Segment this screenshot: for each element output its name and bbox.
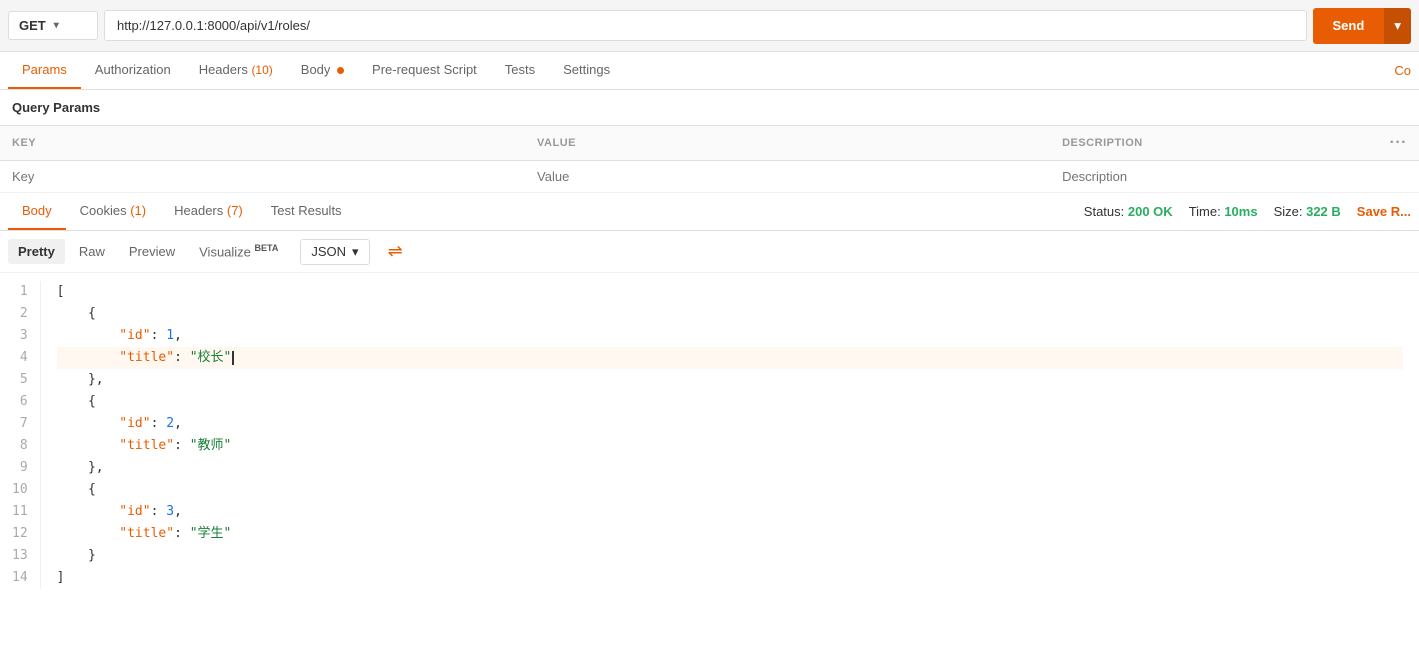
format-bar: Pretty Raw Preview Visualize BETA JSON ▾…	[0, 231, 1419, 273]
line-num-4: 4	[12, 347, 28, 369]
code-line-8: "title": "教师"	[57, 435, 1403, 457]
code-line-5: },	[57, 369, 1403, 391]
wrap-icon: ⇌	[388, 241, 403, 261]
send-arrow-icon: ▾	[1394, 18, 1401, 34]
send-dropdown-button[interactable]: ▾	[1384, 8, 1411, 44]
col-header-value: VALUE	[525, 126, 1050, 161]
send-button-group: Send ▾	[1313, 8, 1412, 44]
json-format-label: JSON	[311, 244, 346, 259]
method-chevron-icon: ▾	[54, 20, 59, 31]
param-row-actions	[1376, 161, 1419, 193]
response-tab-cookies[interactable]: Cookies (1)	[66, 193, 160, 230]
line-num-11: 11	[12, 501, 28, 523]
param-value-input[interactable]	[537, 169, 1038, 184]
response-tab-test-results[interactable]: Test Results	[257, 193, 356, 230]
request-tabs: Params Authorization Headers (10) Body P…	[0, 52, 1419, 90]
code-content: [ { "id": 1, "title": "校长" }, { "id": 2,…	[41, 281, 1419, 589]
response-tab-headers[interactable]: Headers (7)	[160, 193, 257, 230]
code-line-11: "id": 3,	[57, 501, 1403, 523]
line-num-2: 2	[12, 303, 28, 325]
query-params-section: Query Params KEY VALUE DESCRIPTION ···	[0, 90, 1419, 193]
wrap-button[interactable]: ⇌	[380, 237, 411, 266]
code-line-12: "title": "学生"	[57, 523, 1403, 545]
line-num-8: 8	[12, 435, 28, 457]
tab-body[interactable]: Body	[287, 52, 358, 89]
beta-badge: BETA	[255, 243, 279, 253]
param-key-input-cell	[0, 161, 525, 193]
time-label: Time: 10ms	[1189, 204, 1258, 219]
size-label: Size: 322 B	[1274, 204, 1341, 219]
code-line-1: [	[57, 281, 1403, 303]
save-response-button[interactable]: Save R...	[1357, 204, 1411, 219]
json-format-select[interactable]: JSON ▾	[300, 239, 369, 265]
line-num-9: 9	[12, 457, 28, 479]
send-button[interactable]: Send	[1313, 8, 1385, 44]
code-line-2: {	[57, 303, 1403, 325]
tab-right-label: Co	[1394, 53, 1411, 88]
tab-tests[interactable]: Tests	[491, 52, 549, 89]
param-desc-input-cell	[1050, 161, 1376, 193]
line-num-13: 13	[12, 545, 28, 567]
response-tab-body[interactable]: Body	[8, 193, 66, 230]
col-header-desc: DESCRIPTION	[1050, 126, 1376, 161]
line-num-3: 3	[12, 325, 28, 347]
format-tab-raw[interactable]: Raw	[69, 239, 115, 264]
col-header-key: KEY	[0, 126, 525, 161]
time-value: 10ms	[1224, 204, 1257, 219]
method-label: GET	[19, 18, 46, 33]
format-tab-pretty[interactable]: Pretty	[8, 239, 65, 264]
code-line-14: ]	[57, 567, 1403, 589]
format-tab-visualize[interactable]: Visualize BETA	[189, 238, 288, 264]
top-bar: GET ▾ Send ▾	[0, 0, 1419, 52]
param-row-empty	[0, 161, 1419, 193]
size-value: 322 B	[1306, 204, 1341, 219]
response-tabs-bar: Body Cookies (1) Headers (7) Test Result…	[0, 193, 1419, 231]
params-table: KEY VALUE DESCRIPTION ···	[0, 125, 1419, 193]
param-desc-input[interactable]	[1062, 169, 1364, 184]
tab-settings[interactable]: Settings	[549, 52, 624, 89]
code-line-7: "id": 2,	[57, 413, 1403, 435]
status-value: 200 OK	[1128, 204, 1173, 219]
tab-headers[interactable]: Headers (10)	[185, 52, 287, 89]
json-format-chevron-icon: ▾	[352, 244, 359, 260]
url-input[interactable]	[104, 10, 1307, 41]
code-line-13: }	[57, 545, 1403, 567]
tab-authorization[interactable]: Authorization	[81, 52, 185, 89]
body-dot-icon	[337, 67, 344, 74]
line-num-10: 10	[12, 479, 28, 501]
line-num-5: 5	[12, 369, 28, 391]
query-params-title: Query Params	[0, 90, 1419, 125]
status-label: Status: 200 OK	[1084, 204, 1173, 219]
param-value-input-cell	[525, 161, 1050, 193]
line-numbers: 1 2 3 4 5 6 7 8 9 10 11 12 13 14	[0, 281, 41, 589]
code-line-9: },	[57, 457, 1403, 479]
format-tab-preview[interactable]: Preview	[119, 239, 185, 264]
line-num-6: 6	[12, 391, 28, 413]
method-select[interactable]: GET ▾	[8, 11, 98, 40]
code-line-10: {	[57, 479, 1403, 501]
response-status-bar: Status: 200 OK Time: 10ms Size: 322 B Sa…	[1084, 196, 1411, 227]
line-num-12: 12	[12, 523, 28, 545]
code-line-3: "id": 1,	[57, 325, 1403, 347]
col-header-actions: ···	[1376, 126, 1419, 161]
code-area: 1 2 3 4 5 6 7 8 9 10 11 12 13 14 [ { "id…	[0, 273, 1419, 597]
line-num-1: 1	[12, 281, 28, 303]
tab-params[interactable]: Params	[8, 52, 81, 89]
tab-pre-request[interactable]: Pre-request Script	[358, 52, 491, 89]
param-key-input[interactable]	[12, 169, 513, 184]
code-line-4: "title": "校长"	[57, 347, 1403, 369]
code-line-6: {	[57, 391, 1403, 413]
line-num-7: 7	[12, 413, 28, 435]
more-options-icon[interactable]: ···	[1390, 134, 1407, 151]
line-num-14: 14	[12, 567, 28, 589]
